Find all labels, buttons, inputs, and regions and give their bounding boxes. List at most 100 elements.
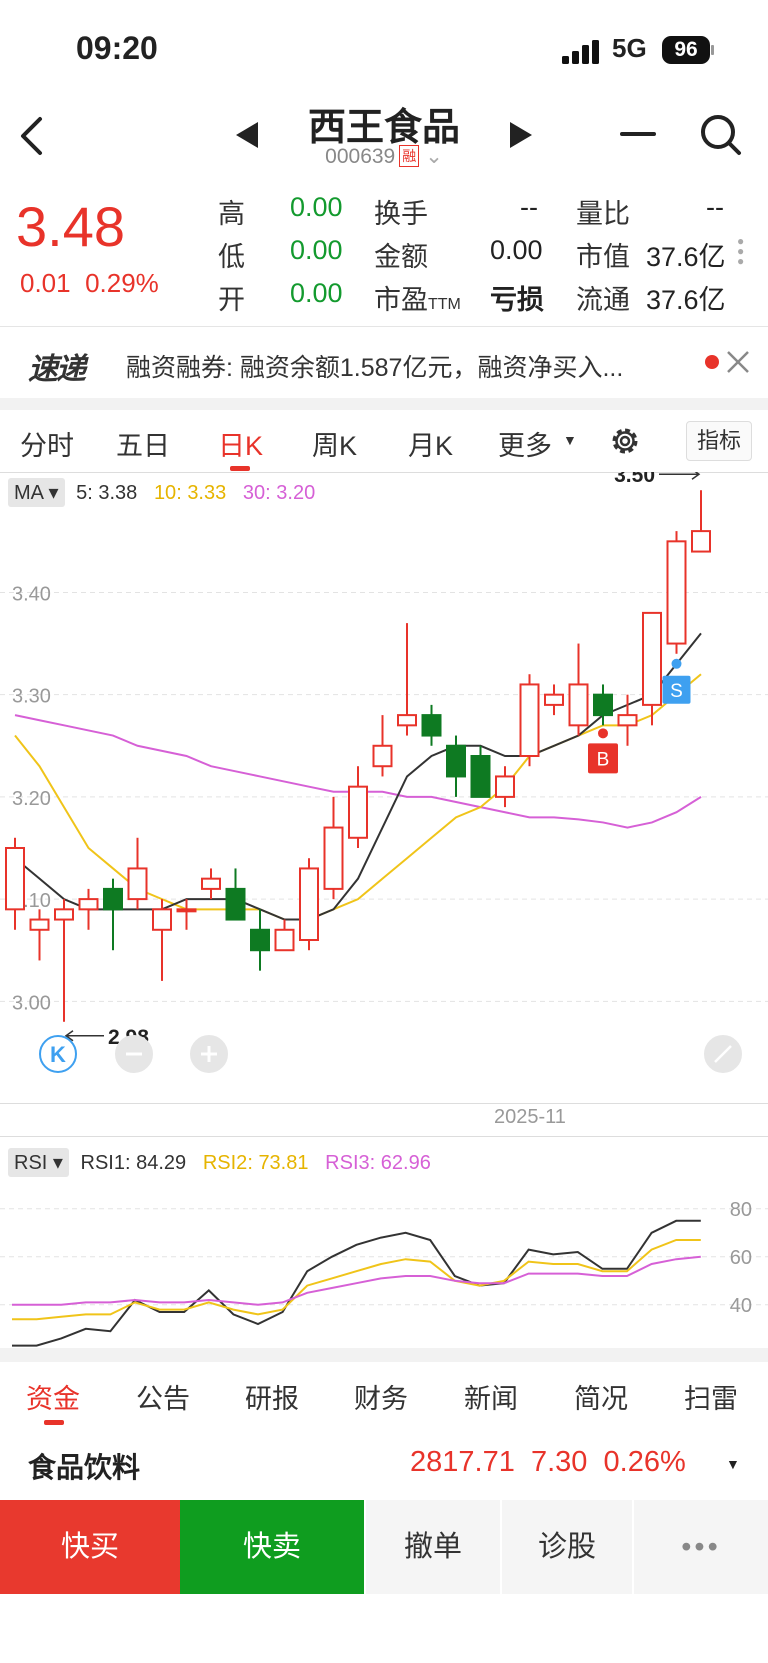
candle [225,868,246,921]
label-volume-ratio: 量比 [576,199,630,229]
search-icon[interactable] [700,114,742,156]
candle [29,909,50,961]
minus-icon[interactable] [620,132,656,136]
tab-research[interactable]: 研报 [245,1377,299,1416]
kline-toggle-icon[interactable]: K [39,1035,77,1073]
candle-body [470,755,491,798]
y-tick-label: 3.00 [12,992,51,1014]
candle-body [446,744,466,778]
rsi1-legend: RSI1: 84.29 [80,1152,187,1174]
candle-body [152,908,172,931]
tab-news[interactable]: 新闻 [464,1377,518,1416]
candle [691,490,711,553]
stock-code-row[interactable]: 000639 融 ⌄ [0,144,768,169]
indicator-button[interactable]: 指标 [686,421,752,461]
candle-body [568,683,589,727]
tab-daily-k[interactable]: 日K [218,424,263,463]
candle [642,611,662,726]
candle [372,715,393,777]
kline-icon-glyph: K [50,1042,66,1067]
y-tick-label: 3.20 [12,788,51,810]
ticker-dot [705,355,719,369]
rsi3-legend: RSI3: 62.96 [325,1152,431,1174]
next-stock-icon[interactable] [510,122,532,148]
sell-signal-dot [671,658,682,669]
tab-more[interactable]: 更多 [498,424,552,463]
cancel-order-button[interactable]: 撤单 [366,1500,500,1594]
candle [127,837,148,910]
rsi-chart[interactable]: 80 60 40 [0,1180,768,1348]
rsi-selector[interactable]: RSI ▾ [8,1148,69,1177]
y-tick-label: 3.40 [12,583,51,605]
zoom-in-icon[interactable] [190,1035,228,1073]
quick-buy-button[interactable]: 快买 [0,1500,180,1594]
change-percent: 0.29% [85,268,159,298]
candle [152,899,172,981]
value-high: 0.00 [290,192,343,222]
sector-caret-icon[interactable]: ▼ [726,1456,740,1472]
candle-body [29,918,50,931]
sector-name[interactable]: 食品饮料 [28,1446,140,1486]
rsi3-line [12,1255,701,1306]
zoom-out-icon[interactable] [115,1035,153,1073]
battery-indicator: 96 [662,36,710,64]
candle-body [544,693,564,706]
expand-icon[interactable] [704,1035,742,1073]
candle-body [250,928,270,952]
candle [54,899,74,1022]
rsi-tick-label: 80 [730,1199,752,1221]
tab-intraday[interactable]: 分时 [20,424,74,463]
candle [544,684,564,716]
battery-cap [711,45,714,55]
rsi3-name: RSI3 [325,1152,370,1174]
tab-more-caret: ▼ [563,432,577,448]
candle-body [666,540,687,645]
more-dots-icon[interactable]: ● ● ● [737,235,744,267]
value-open: 0.00 [290,278,343,308]
status-time: 09:20 [76,30,158,66]
label-pe: 市盈TTM [374,278,461,317]
candle-body [274,928,295,952]
value-volume-ratio: -- [706,192,724,222]
value-pe: 亏损 [490,285,544,315]
value-float-cap: 37.6亿 [646,285,726,315]
rsi2-line [12,1239,701,1321]
candle [274,919,295,952]
tab-monthly-k[interactable]: 月K [408,424,453,463]
tab-financials[interactable]: 财务 [354,1377,408,1416]
tab-risk-scan[interactable]: 扫雷 [684,1377,738,1416]
rsi-tick-label: 40 [730,1295,752,1317]
value-low: 0.00 [290,235,343,265]
candle-body [78,898,99,911]
candle [421,704,442,746]
max-marker-arrowhead [691,472,701,480]
candle-body [225,887,246,921]
candle-body [176,908,197,913]
news-ticker[interactable]: 速递 融资融券: 融资余额1.587亿元，融资净买入... [0,326,768,398]
settings-gear-icon[interactable] [608,424,642,458]
candle [176,899,197,930]
stock-name: 西王食品 [307,107,460,149]
diagnose-button[interactable]: 诊股 [502,1500,632,1594]
tab-announcements[interactable]: 公告 [136,1377,190,1416]
quick-sell-button[interactable]: 快卖 [180,1500,364,1594]
candle [5,837,25,930]
candle [568,643,589,736]
sector-quote[interactable]: 2817.71 7.30 0.26% [410,1446,686,1479]
more-actions-button[interactable]: ••• [634,1500,768,1594]
tab-funds[interactable]: 资金 [26,1377,80,1416]
tab-five-day[interactable]: 五日 [116,424,170,463]
candle-body [299,867,319,942]
network-label: 5G [612,33,647,63]
tab-weekly-k[interactable]: 周K [312,424,357,463]
tab-profile[interactable]: 简况 [574,1377,628,1416]
kline-chart[interactable]: 3.403.303.203.103.003.502.98SBK [0,472,768,1102]
section-gap-2 [0,1348,768,1362]
candle-body [54,908,74,921]
buy-signal-label: B [597,749,610,770]
stock-code: 000639 [325,145,396,168]
close-icon[interactable] [726,350,750,374]
label-open: 开 [218,285,245,315]
tab-active-indicator [230,466,250,471]
label-float-cap: 流通 [576,285,630,315]
